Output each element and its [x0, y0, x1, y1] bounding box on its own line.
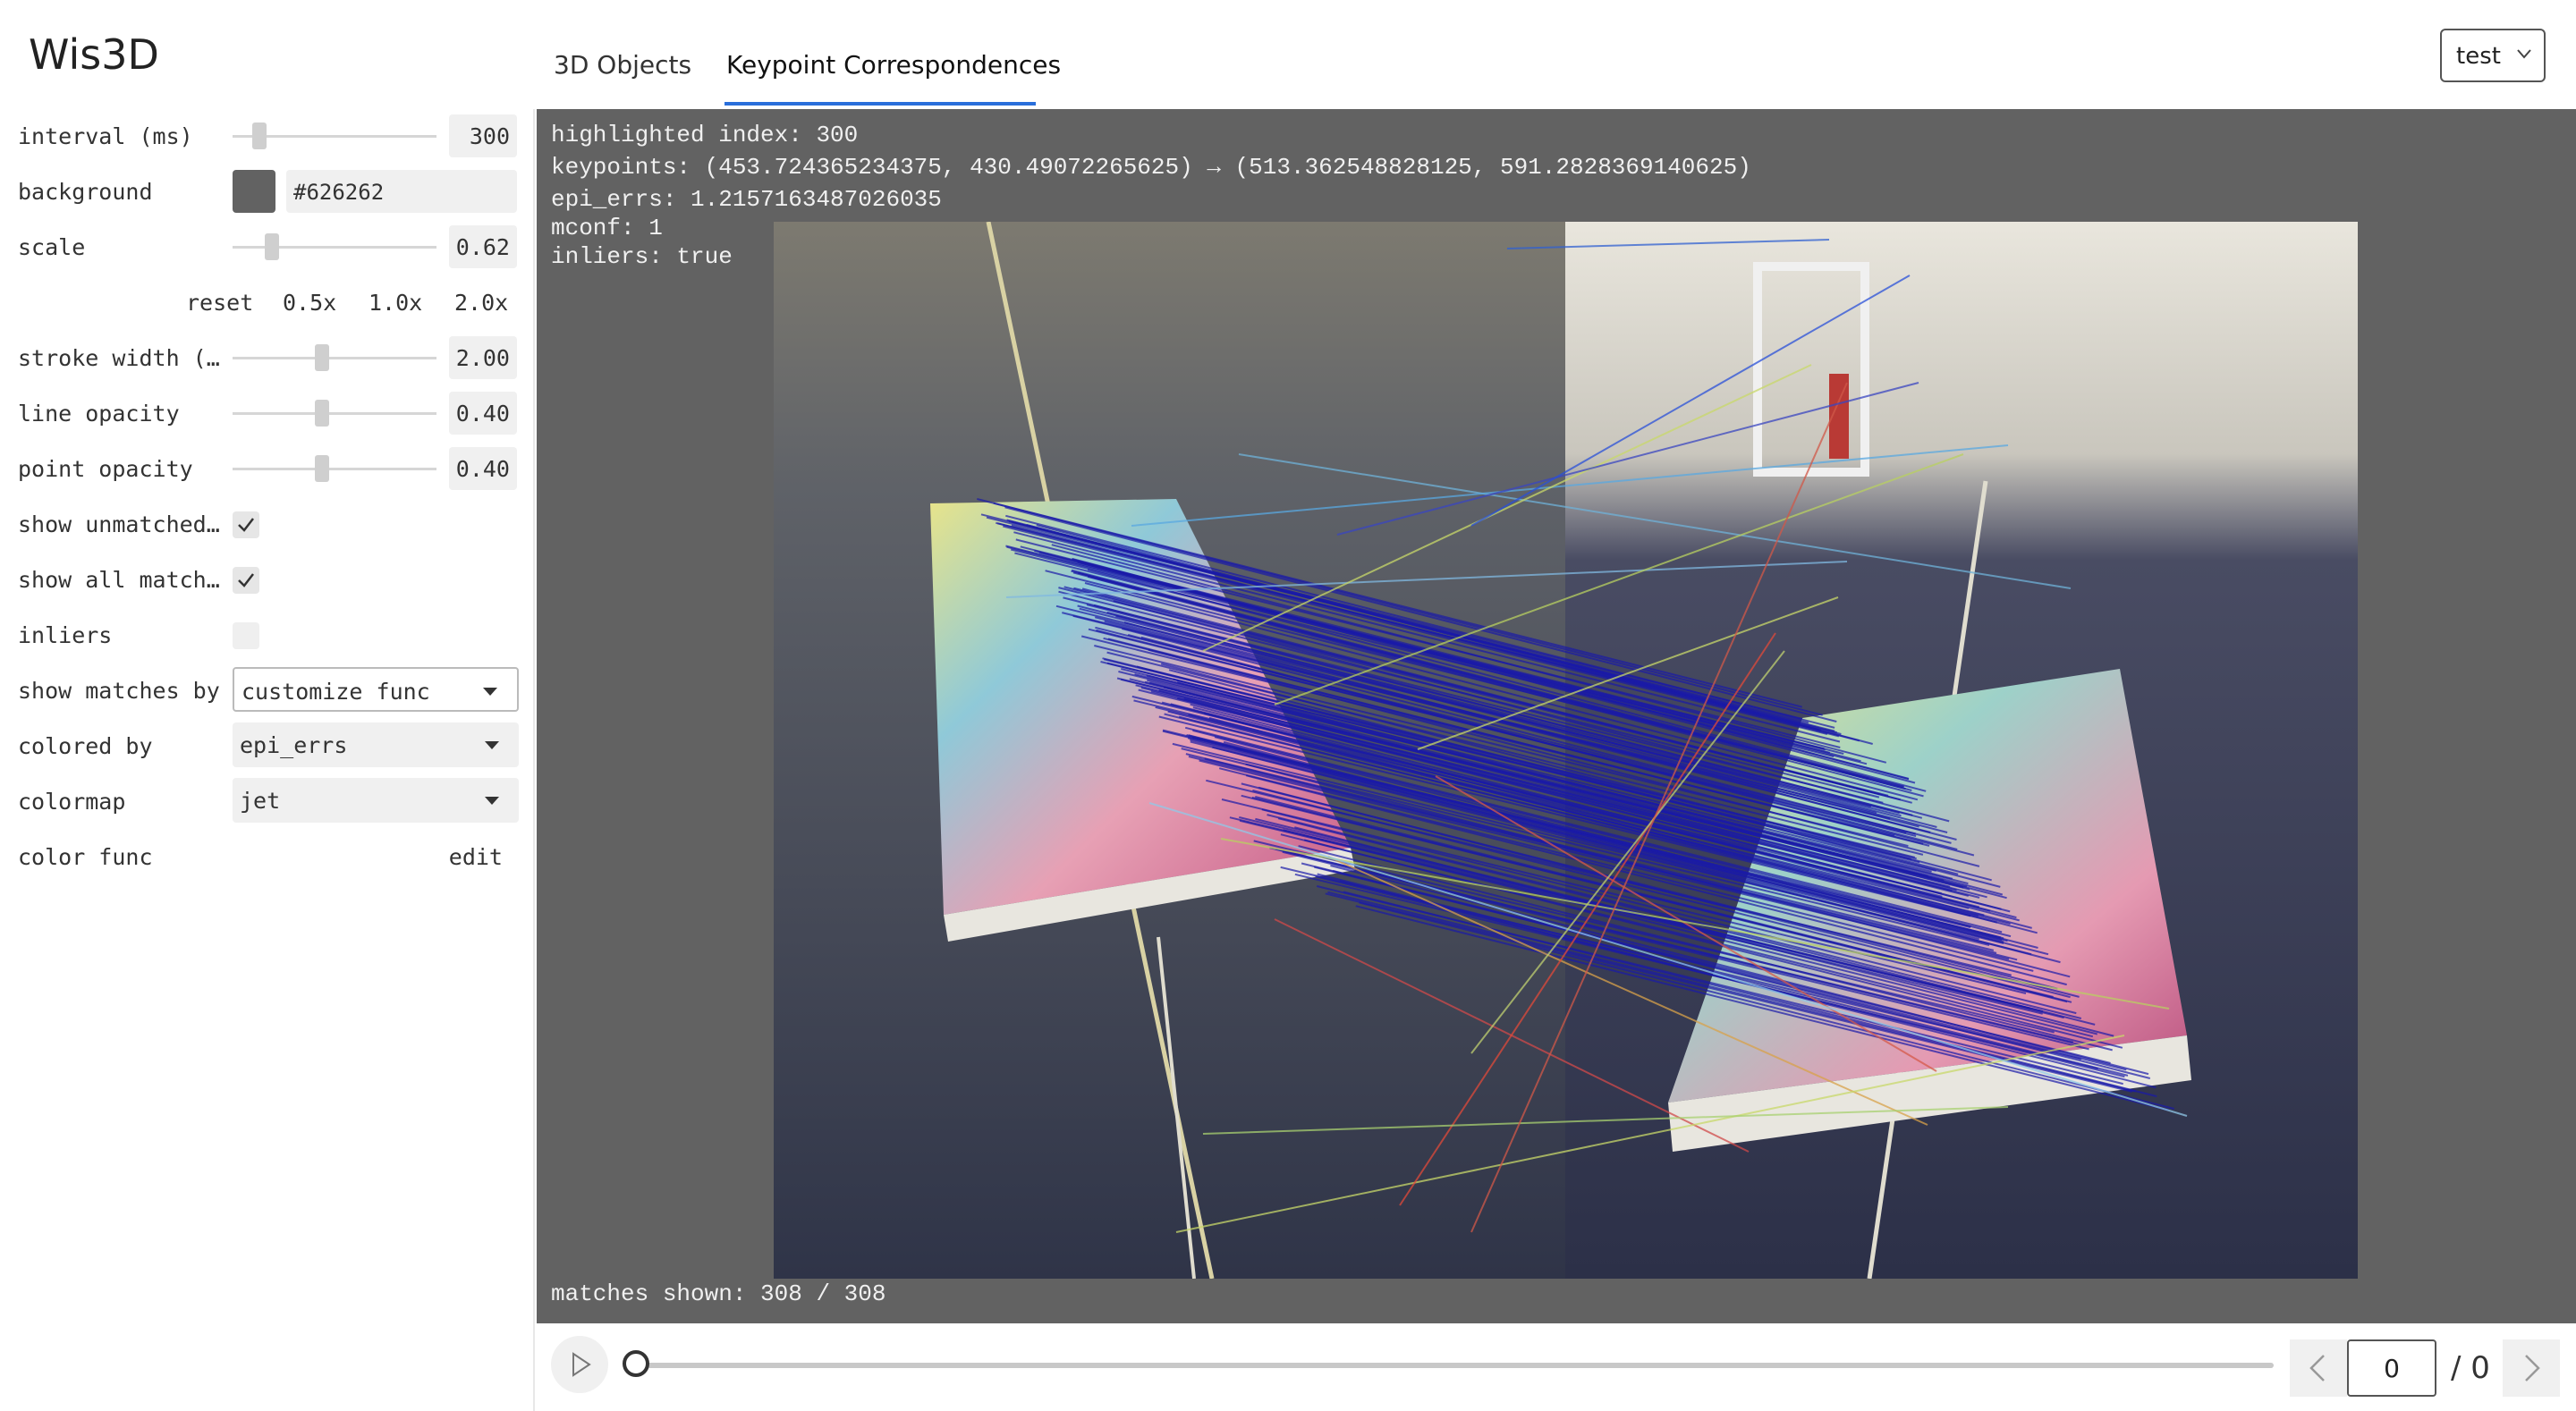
- point-opacity-slider-handle[interactable]: [315, 455, 329, 482]
- scale-label: scale: [18, 234, 86, 260]
- colored-by-select[interactable]: epi_errs: [233, 722, 519, 767]
- point-opacity-row: point opacity 0.40: [18, 445, 519, 492]
- show-all-matches-label: show all match…: [18, 567, 220, 593]
- chevron-left-icon: [2309, 1355, 2325, 1381]
- dropdown-arrow-icon: [485, 797, 499, 805]
- stroke-width-slider-handle[interactable]: [315, 344, 329, 371]
- stroke-width-row: stroke width (… 2.00: [18, 334, 519, 381]
- app-title: Wis3D: [29, 30, 159, 79]
- interval-label: interval (ms): [18, 123, 193, 149]
- inliers-text: inliers: true: [551, 243, 733, 270]
- next-frame-button[interactable]: [2503, 1339, 2560, 1397]
- line-opacity-slider[interactable]: [233, 412, 436, 415]
- colored-by-value: epi_errs: [240, 732, 348, 758]
- colormap-label: colormap: [18, 789, 126, 815]
- dropdown-arrow-icon: [485, 741, 499, 749]
- checkmark-icon: [238, 518, 254, 532]
- timeline-slider-handle[interactable]: [623, 1350, 649, 1377]
- scale-slider[interactable]: [233, 246, 436, 249]
- line-opacity-slider-handle[interactable]: [315, 400, 329, 427]
- scale-half-button[interactable]: 0.5x: [283, 290, 336, 316]
- line-opacity-row: line opacity 0.40: [18, 390, 519, 436]
- frame-total-text: / 0: [2451, 1350, 2490, 1386]
- scale-two-button[interactable]: 2.0x: [454, 290, 508, 316]
- mconf-text: mconf: 1: [551, 215, 663, 241]
- active-tab-indicator: [724, 102, 1036, 106]
- show-matches-by-value: customize func: [242, 679, 430, 705]
- background-label: background: [18, 179, 153, 205]
- previous-frame-button[interactable]: [2290, 1339, 2347, 1397]
- show-matches-by-select[interactable]: customize func: [233, 667, 519, 712]
- keypoints-text: keypoints: (453.724365234375, 430.490722…: [551, 154, 1751, 181]
- control-panel: interval (ms) 300 background #626262 sca…: [0, 109, 535, 1411]
- scale-row: scale 0.62: [18, 224, 519, 270]
- app-header: Wis3D 3D Objects Keypoint Correspondence…: [0, 0, 2576, 109]
- checkmark-icon: [238, 573, 254, 587]
- show-unmatched-row: show unmatched…: [18, 501, 519, 547]
- epi-errs-text: epi_errs: 1.2157163487026035: [551, 186, 942, 213]
- play-icon: [572, 1352, 591, 1377]
- colormap-value: jet: [240, 788, 281, 814]
- chevron-down-icon: [2517, 49, 2531, 59]
- matches-shown-text: matches shown: 308 / 308: [551, 1280, 886, 1307]
- scale-reset-button[interactable]: reset: [186, 290, 253, 316]
- timeline-slider[interactable]: [637, 1363, 2274, 1368]
- dropdown-arrow-icon: [483, 688, 497, 696]
- point-opacity-slider[interactable]: [233, 468, 436, 470]
- interval-value[interactable]: 300: [449, 114, 517, 157]
- interval-slider-handle[interactable]: [252, 123, 267, 149]
- line-opacity-value[interactable]: 0.40: [449, 392, 517, 435]
- background-color-swatch[interactable]: [233, 170, 275, 213]
- background-row: background #626262: [18, 168, 519, 215]
- show-matches-by-row: show matches by customize func: [18, 667, 519, 714]
- correspondence-viewer[interactable]: highlighted index: 300 keypoints: (453.7…: [537, 109, 2576, 1323]
- colormap-select[interactable]: jet: [233, 778, 519, 823]
- stroke-width-slider[interactable]: [233, 357, 436, 359]
- tab-3d-objects[interactable]: 3D Objects: [554, 50, 691, 80]
- show-all-matches-checkbox[interactable]: [233, 567, 259, 594]
- highlighted-index-text: highlighted index: 300: [551, 122, 859, 148]
- show-matches-by-label: show matches by: [18, 678, 220, 704]
- show-unmatched-label: show unmatched…: [18, 511, 220, 537]
- show-all-matches-row: show all match…: [18, 556, 519, 603]
- tab-keypoint-correspondences[interactable]: Keypoint Correspondences: [726, 50, 1061, 80]
- scale-buttons-row: reset 0.5x 1.0x 2.0x: [18, 279, 519, 325]
- inliers-checkbox[interactable]: [233, 622, 259, 649]
- playback-bar: 0 / 0: [537, 1323, 2576, 1411]
- chevron-right-icon: [2525, 1355, 2540, 1381]
- frame-number-input[interactable]: 0: [2347, 1339, 2436, 1397]
- colormap-row: colormap jet: [18, 778, 519, 824]
- point-opacity-label: point opacity: [18, 456, 193, 482]
- inliers-label: inliers: [18, 622, 113, 648]
- scene-select-value: test: [2456, 43, 2501, 70]
- scene-select[interactable]: test: [2440, 29, 2546, 82]
- background-color-input[interactable]: #626262: [286, 170, 517, 213]
- line-opacity-label: line opacity: [18, 401, 180, 427]
- colored-by-label: colored by: [18, 733, 153, 759]
- color-func-row: color func edit: [18, 833, 519, 880]
- colored-by-row: colored by epi_errs: [18, 722, 519, 769]
- interval-row: interval (ms) 300: [18, 113, 519, 159]
- stroke-width-value[interactable]: 2.00: [449, 336, 517, 379]
- play-button[interactable]: [551, 1336, 608, 1393]
- color-func-label: color func: [18, 844, 153, 870]
- show-unmatched-checkbox[interactable]: [233, 511, 259, 538]
- scale-one-button[interactable]: 1.0x: [369, 290, 422, 316]
- color-func-edit-button[interactable]: edit: [449, 844, 503, 870]
- point-opacity-value[interactable]: 0.40: [449, 447, 517, 490]
- scale-value[interactable]: 0.62: [449, 225, 517, 268]
- scale-slider-handle[interactable]: [265, 233, 279, 260]
- inliers-row: inliers: [18, 612, 519, 658]
- stroke-width-label: stroke width (…: [18, 345, 220, 371]
- image-pair-canvas[interactable]: [774, 222, 2358, 1279]
